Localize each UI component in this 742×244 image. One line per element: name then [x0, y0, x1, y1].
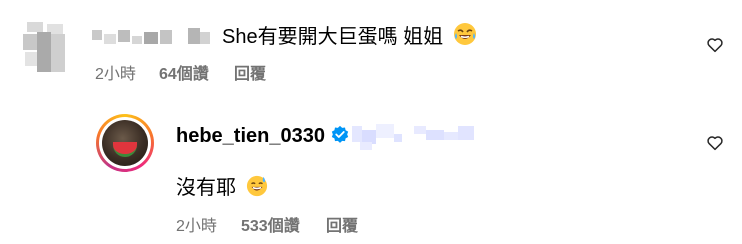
commenter-name-blurred[interactable] — [92, 26, 212, 48]
reply-like-count[interactable]: 533個讚 — [241, 217, 300, 237]
reply-reply-button[interactable]: 回覆 — [326, 217, 358, 237]
reply-timestamp: 2小時 — [176, 218, 217, 235]
comment-like-count[interactable]: 64個讚 — [159, 65, 209, 85]
comment-reply-button[interactable]: 回覆 — [234, 65, 266, 85]
rolling-on-floor-laughing-emoji — [453, 23, 476, 45]
heart-outline-icon[interactable] — [706, 134, 724, 152]
handle-blurred — [352, 122, 477, 152]
comment-timestamp: 2小時 — [95, 66, 136, 83]
reply-body: 沒有耶 — [176, 177, 236, 199]
avatar — [102, 120, 148, 166]
commenter-avatar-blurred[interactable] — [23, 22, 67, 72]
reply-username[interactable]: hebe_tien_0330 — [176, 122, 325, 150]
verified-badge-icon — [331, 125, 349, 143]
comment-text: She有要開大巨蛋嗎 姐姐 — [222, 22, 477, 51]
grinning-sweat-emoji — [246, 175, 267, 197]
story-ring-avatar[interactable] — [96, 114, 154, 172]
watermelon-icon — [113, 142, 137, 157]
comment-body: She有要開大巨蛋嗎 姐姐 — [222, 26, 444, 48]
reply-text: 沒有耶 — [176, 174, 268, 202]
heart-outline-icon[interactable] — [706, 36, 724, 54]
